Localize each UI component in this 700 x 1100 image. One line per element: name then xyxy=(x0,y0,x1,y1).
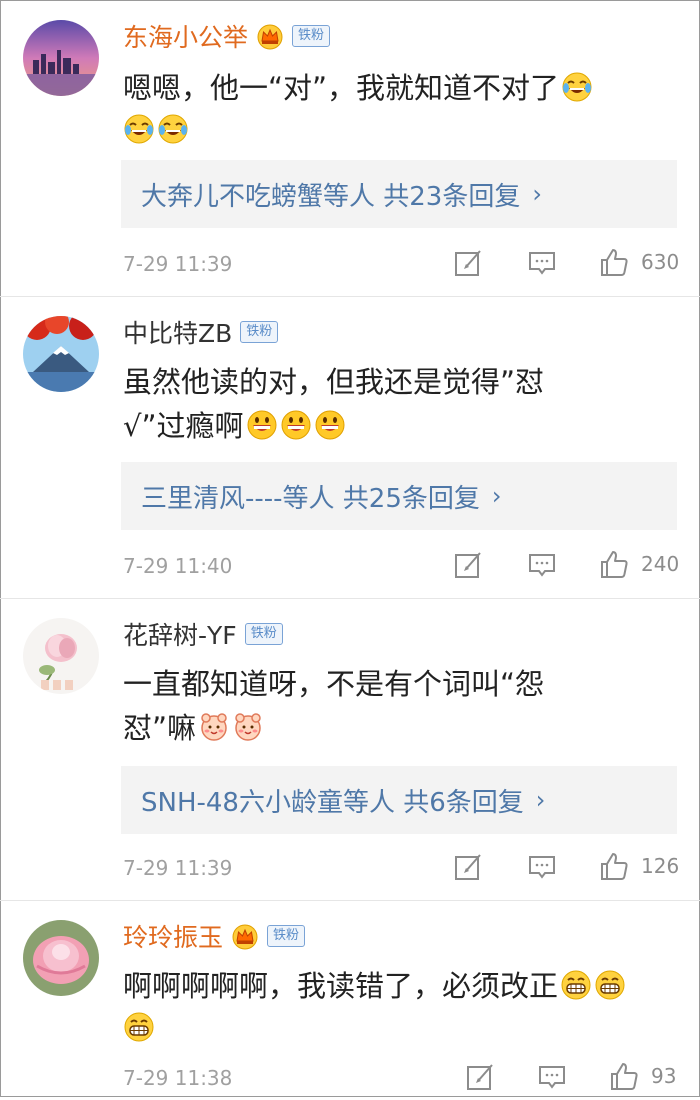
like-count: 630 xyxy=(641,250,680,274)
fan-badge[interactable]: 铁粉 xyxy=(292,25,331,47)
fan-badge[interactable]: 铁粉 xyxy=(267,925,306,947)
like-icon[interactable] xyxy=(599,850,631,882)
grin-emoji-icon xyxy=(280,409,312,441)
big-grin-emoji-icon xyxy=(560,969,592,1001)
like-count: 93 xyxy=(651,1064,677,1088)
comment-text: 虽然他读的对，但我还是觉得”怼 xyxy=(123,360,544,404)
divider xyxy=(0,296,700,297)
comment-footer: 7-29 11:40 240 xyxy=(123,548,683,588)
timestamp: 7-29 11:40 xyxy=(123,554,233,578)
like-count: 240 xyxy=(641,552,680,576)
repost-icon[interactable] xyxy=(453,852,483,882)
comment-text: 嗯嗯，他一“对”，我就知道不对了 xyxy=(123,66,593,110)
crown-icon xyxy=(231,922,259,950)
laughing-tears-emoji-icon xyxy=(157,113,189,145)
repost-icon[interactable] xyxy=(465,1062,495,1092)
fan-badge[interactable]: 铁粉 xyxy=(240,321,279,343)
comment-line: 嗯嗯，他一“对”，我就知道不对了 xyxy=(123,71,560,105)
comment-footer: 7-29 11:39 126 xyxy=(123,850,683,890)
comment-icon[interactable] xyxy=(527,248,557,278)
replies-link[interactable]: 大奔儿不吃螃蟹等人 共23条回复 xyxy=(141,176,520,213)
comment-header: 花辞树-YF 铁粉 xyxy=(123,614,283,654)
username[interactable]: 中比特ZB xyxy=(123,314,232,350)
avatar[interactable] xyxy=(23,316,99,392)
chevron-right-icon: › xyxy=(532,180,542,208)
comment-header: 中比特ZB 铁粉 xyxy=(123,312,279,352)
divider xyxy=(0,900,700,901)
like-icon[interactable] xyxy=(599,246,631,278)
comment-line: 怼”嘛 xyxy=(123,711,197,745)
comment-line: √”过瘾啊 xyxy=(123,409,244,443)
avatar[interactable] xyxy=(23,920,99,996)
replies-link[interactable]: SNH-48六小龄童等人 共6条回复 xyxy=(141,782,524,819)
grin-emoji-icon xyxy=(314,409,346,441)
avatar[interactable] xyxy=(23,618,99,694)
replies-box[interactable]: 大奔儿不吃螃蟹等人 共23条回复 › xyxy=(121,160,677,228)
repost-icon[interactable] xyxy=(453,248,483,278)
comment-text: 啊啊啊啊啊，我读错了，必须改正 xyxy=(123,964,626,1008)
comment-line: 啊啊啊啊啊，我读错了，必须改正 xyxy=(123,969,559,1003)
username[interactable]: 花辞树-YF xyxy=(123,616,237,652)
crown-icon xyxy=(256,22,284,50)
fan-badge[interactable]: 铁粉 xyxy=(244,623,283,645)
repost-icon[interactable] xyxy=(453,550,483,580)
timestamp: 7-29 11:38 xyxy=(123,1066,233,1090)
chevron-right-icon: › xyxy=(491,482,502,510)
replies-box[interactable]: SNH-48六小龄童等人 共6条回复 › xyxy=(121,766,677,834)
like-icon[interactable] xyxy=(599,548,631,580)
comment-text: 一直都知道呀，不是有个词叫“怨 xyxy=(123,662,544,706)
comment-text-line2: √”过瘾啊 xyxy=(123,404,346,448)
grin-emoji-icon xyxy=(246,409,278,441)
laughing-tears-emoji-icon xyxy=(561,71,593,103)
avatar[interactable] xyxy=(23,20,99,96)
username[interactable]: 东海小公举 xyxy=(123,18,248,54)
timestamp: 7-29 11:39 xyxy=(123,252,233,276)
comment-icon[interactable] xyxy=(527,550,557,580)
comment-header: 玲玲振玉 铁粉 xyxy=(123,916,306,956)
comment-footer: 7-29 11:38 93 xyxy=(123,1060,683,1100)
like-icon[interactable] xyxy=(609,1060,641,1092)
like-count: 126 xyxy=(641,854,680,878)
replies-box[interactable]: 三里清风----等人 共25条回复 › xyxy=(121,462,677,530)
comment-text-line2 xyxy=(123,108,189,152)
divider xyxy=(0,598,700,599)
replies-link[interactable]: 三里清风----等人 共25条回复 xyxy=(141,478,480,515)
comment-line: 一直都知道呀，不是有个词叫“怨 xyxy=(123,667,545,701)
comment-text-line2: 怼”嘛 xyxy=(123,706,264,750)
chevron-right-icon: › xyxy=(535,786,546,814)
comment-line: 虽然他读的对，但我还是觉得”怼 xyxy=(123,365,545,399)
big-grin-emoji-icon xyxy=(123,1011,155,1043)
comment-header: 东海小公举 铁粉 xyxy=(123,16,331,56)
big-grin-emoji-icon xyxy=(594,969,626,1001)
comment-text-line2 xyxy=(123,1006,155,1050)
comment-icon[interactable] xyxy=(527,852,557,882)
timestamp: 7-29 11:39 xyxy=(123,856,233,880)
cute-face-emoji-icon xyxy=(232,711,264,743)
comment-icon[interactable] xyxy=(537,1062,567,1092)
cute-face-emoji-icon xyxy=(198,711,230,743)
laughing-tears-emoji-icon xyxy=(123,113,155,145)
username[interactable]: 玲玲振玉 xyxy=(123,918,223,954)
comment-footer: 7-29 11:39 630 xyxy=(123,246,683,286)
